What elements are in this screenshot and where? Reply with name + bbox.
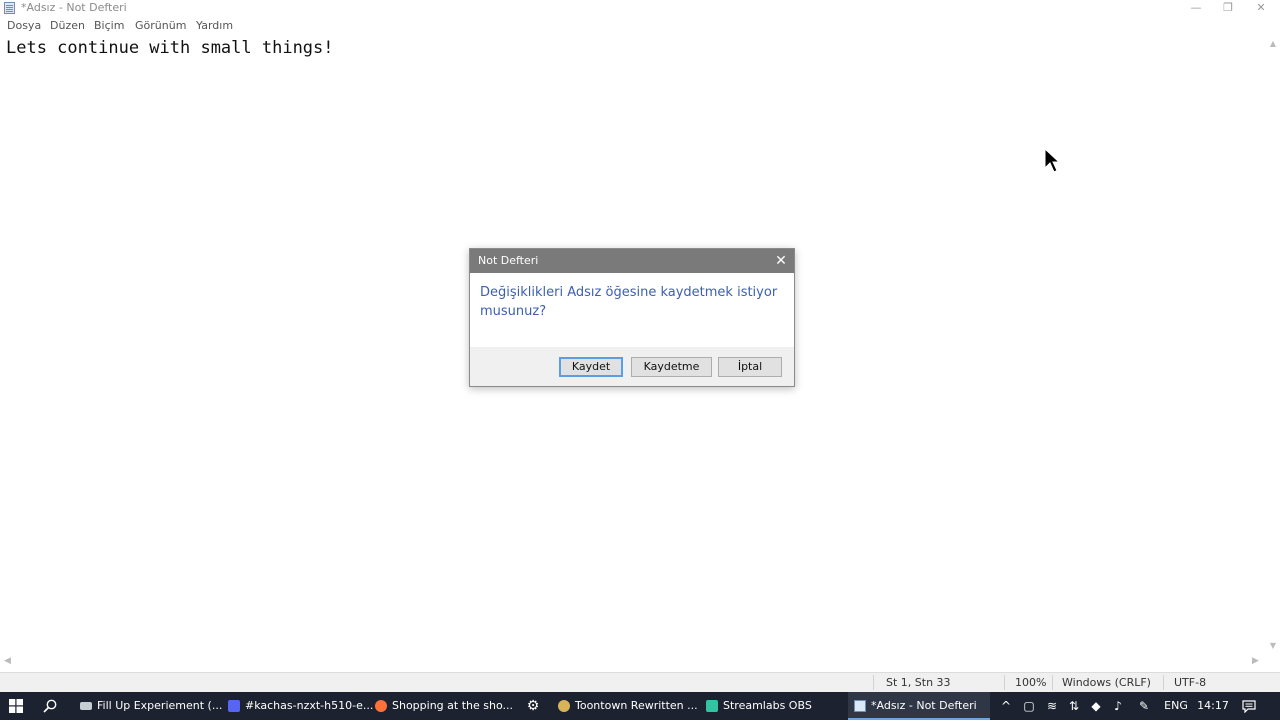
scroll-right-icon[interactable]: ▶ — [1252, 656, 1259, 666]
minimize-button[interactable]: — — [1180, 0, 1212, 16]
dialog-title: Not Defteri — [470, 249, 794, 273]
save-button[interactable]: Kaydet — [559, 357, 623, 377]
window-title: *Adsız - Not Defteri — [21, 1, 127, 14]
mouse-cursor-icon — [1044, 148, 1060, 173]
scroll-down-icon[interactable]: ▼ — [1266, 641, 1280, 650]
tablet-icon[interactable]: ▢ — [1020, 692, 1038, 720]
notepad-icon — [854, 700, 866, 712]
dialog-footer: Kaydet Kaydetme İptal — [470, 347, 794, 386]
restore-button[interactable]: ❐ — [1212, 0, 1244, 16]
windows-start-icon[interactable] — [9, 699, 23, 713]
status-divider — [873, 675, 874, 690]
taskbar-item-fill-up[interactable]: Fill Up Experiement (... — [72, 692, 222, 720]
menu-view[interactable]: Görünüm — [135, 19, 186, 32]
menu-format[interactable]: Biçim — [94, 19, 124, 32]
taskbar-item-firefox[interactable]: Shopping at the sho... — [370, 692, 513, 720]
clock[interactable]: 14:17 — [1196, 692, 1230, 720]
close-window-button[interactable]: ✕ — [1245, 0, 1277, 16]
show-hidden-icons-chevron-up-icon[interactable]: ^ — [998, 692, 1014, 720]
taskbar: Fill Up Experiement (... #kachas-nzxt-h5… — [0, 692, 1280, 720]
status-bar: St 1, Stn 33 100% Windows (CRLF) UTF-8 — [0, 672, 1280, 692]
notepad-icon — [4, 2, 15, 14]
menu-file[interactable]: Dosya — [7, 19, 41, 32]
menu-help[interactable]: Yardım — [196, 19, 233, 32]
network-icon[interactable]: ⇅ — [1064, 692, 1084, 720]
zoom-level: 100% — [1015, 676, 1047, 689]
toontown-icon — [558, 700, 570, 712]
firefox-icon — [375, 700, 387, 712]
wifi-icon[interactable]: ≋ — [1042, 692, 1062, 720]
status-divider — [1163, 675, 1164, 690]
taskbar-item-streamlabs[interactable]: Streamlabs OBS — [700, 692, 842, 720]
cursor-position: St 1, Stn 33 — [886, 676, 951, 689]
status-divider — [1052, 675, 1053, 690]
gear-icon: ⚙ — [526, 698, 540, 714]
taskbar-item-notepad[interactable]: *Adsız - Not Defteri — [848, 692, 990, 720]
horizontal-scrollbar[interactable]: ◀ ▶ — [0, 656, 1266, 670]
volume-icon[interactable]: ♪ — [1108, 692, 1128, 720]
cancel-button[interactable]: İptal — [718, 357, 782, 377]
streamlabs-icon — [706, 700, 718, 712]
pen-icon[interactable]: ✎ — [1134, 692, 1154, 720]
title-bar: *Adsız - Not Defteri — ❐ ✕ — [0, 0, 1280, 16]
discord-icon — [228, 700, 240, 712]
taskbar-item-toontown[interactable]: Toontown Rewritten ... — [552, 692, 698, 720]
app-window-icon — [80, 702, 92, 710]
editor-content[interactable]: Lets continue with small things! — [6, 38, 334, 58]
taskbar-item-settings[interactable]: ⚙ — [518, 692, 548, 720]
vertical-scrollbar[interactable]: ▲ ▼ — [1266, 35, 1280, 656]
status-divider — [1004, 675, 1005, 690]
menu-bar: Dosya Düzen Biçim Görünüm Yardım — [0, 17, 1280, 35]
encoding: UTF-8 — [1174, 676, 1207, 689]
save-changes-dialog: Not Defteri ✕ Değişiklikleri Adsız öğesi… — [469, 248, 795, 387]
search-icon[interactable] — [43, 699, 57, 713]
dont-save-button[interactable]: Kaydetme — [631, 357, 712, 377]
scroll-left-icon[interactable]: ◀ — [4, 656, 11, 666]
taskbar-item-discord[interactable]: #kachas-nzxt-h510-e... — [222, 692, 373, 720]
language-indicator[interactable]: ENG — [1162, 692, 1190, 720]
notification-center-icon[interactable] — [1242, 700, 1256, 713]
scroll-up-icon[interactable]: ▲ — [1266, 39, 1280, 48]
line-ending: Windows (CRLF) — [1062, 676, 1151, 689]
security-icon[interactable]: ◆ — [1086, 692, 1106, 720]
menu-edit[interactable]: Düzen — [50, 19, 85, 32]
dialog-close-icon[interactable]: ✕ — [770, 249, 792, 273]
dialog-message: Değişiklikleri Adsız öğesine kaydetmek i… — [480, 285, 778, 319]
